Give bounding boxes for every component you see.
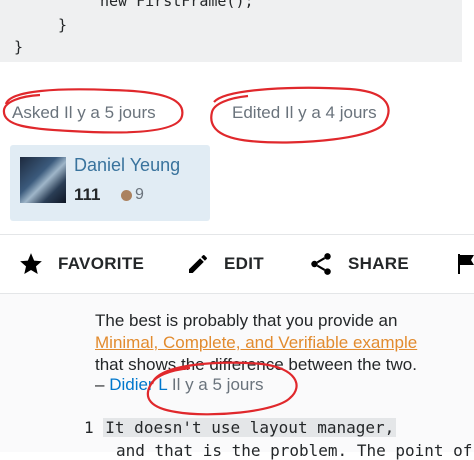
edit-label: EDIT (224, 254, 264, 273)
mcve-link[interactable]: Minimal, Complete, and Verifiable exampl… (95, 333, 417, 352)
answer-number: 1 (84, 418, 94, 437)
answer-line: 1 It doesn't use layout manager, (84, 418, 397, 437)
share-button[interactable]: SHARE (308, 235, 409, 293)
favorite-button[interactable]: FAVORITE (18, 235, 144, 293)
user-name[interactable]: Daniel Yeung (74, 155, 180, 176)
comment-user-link[interactable]: Didier L (109, 375, 167, 394)
avatar[interactable] (20, 157, 66, 203)
comment-dash: – (95, 375, 110, 394)
answer-line-2: and that is the problem. The point of (116, 441, 473, 460)
star-icon (20, 253, 42, 274)
user-card[interactable]: Daniel Yeung 111 9 (10, 145, 210, 221)
reputation-score: 111 (74, 185, 101, 204)
comment-line: The best is probably that you provide an (95, 311, 398, 330)
bronze-badge-count: 9 (135, 186, 144, 203)
comment-line: that shows the difference between the tw… (95, 355, 417, 374)
comment-time: Il y a 5 jours (167, 375, 264, 394)
answer-code: It doesn't use layout manager, (103, 418, 397, 437)
edited-date[interactable]: Edited Il y a 4 jours (232, 103, 377, 123)
comment-link-line: Minimal, Complete, and Verifiable exampl… (95, 333, 417, 353)
flag-button[interactable] (454, 235, 474, 293)
code-line: } (58, 16, 68, 34)
favorite-label: FAVORITE (58, 254, 145, 273)
bronze-badge-icon (121, 190, 132, 201)
comment-attribution: – Didier L Il y a 5 jours (95, 375, 264, 395)
code-line: new FirstFrame(); (100, 0, 254, 10)
flag-icon (458, 254, 474, 274)
share-icon (311, 253, 331, 275)
pencil-icon (189, 255, 207, 273)
code-block: new FirstFrame(); } } (0, 0, 462, 62)
code-line: } (14, 38, 24, 56)
post-action-toolbar: FAVORITE EDIT SHARE (0, 234, 474, 294)
edit-button[interactable]: EDIT (186, 235, 264, 293)
share-label: SHARE (348, 254, 410, 273)
asked-date: Asked Il y a 5 jours (12, 103, 156, 122)
